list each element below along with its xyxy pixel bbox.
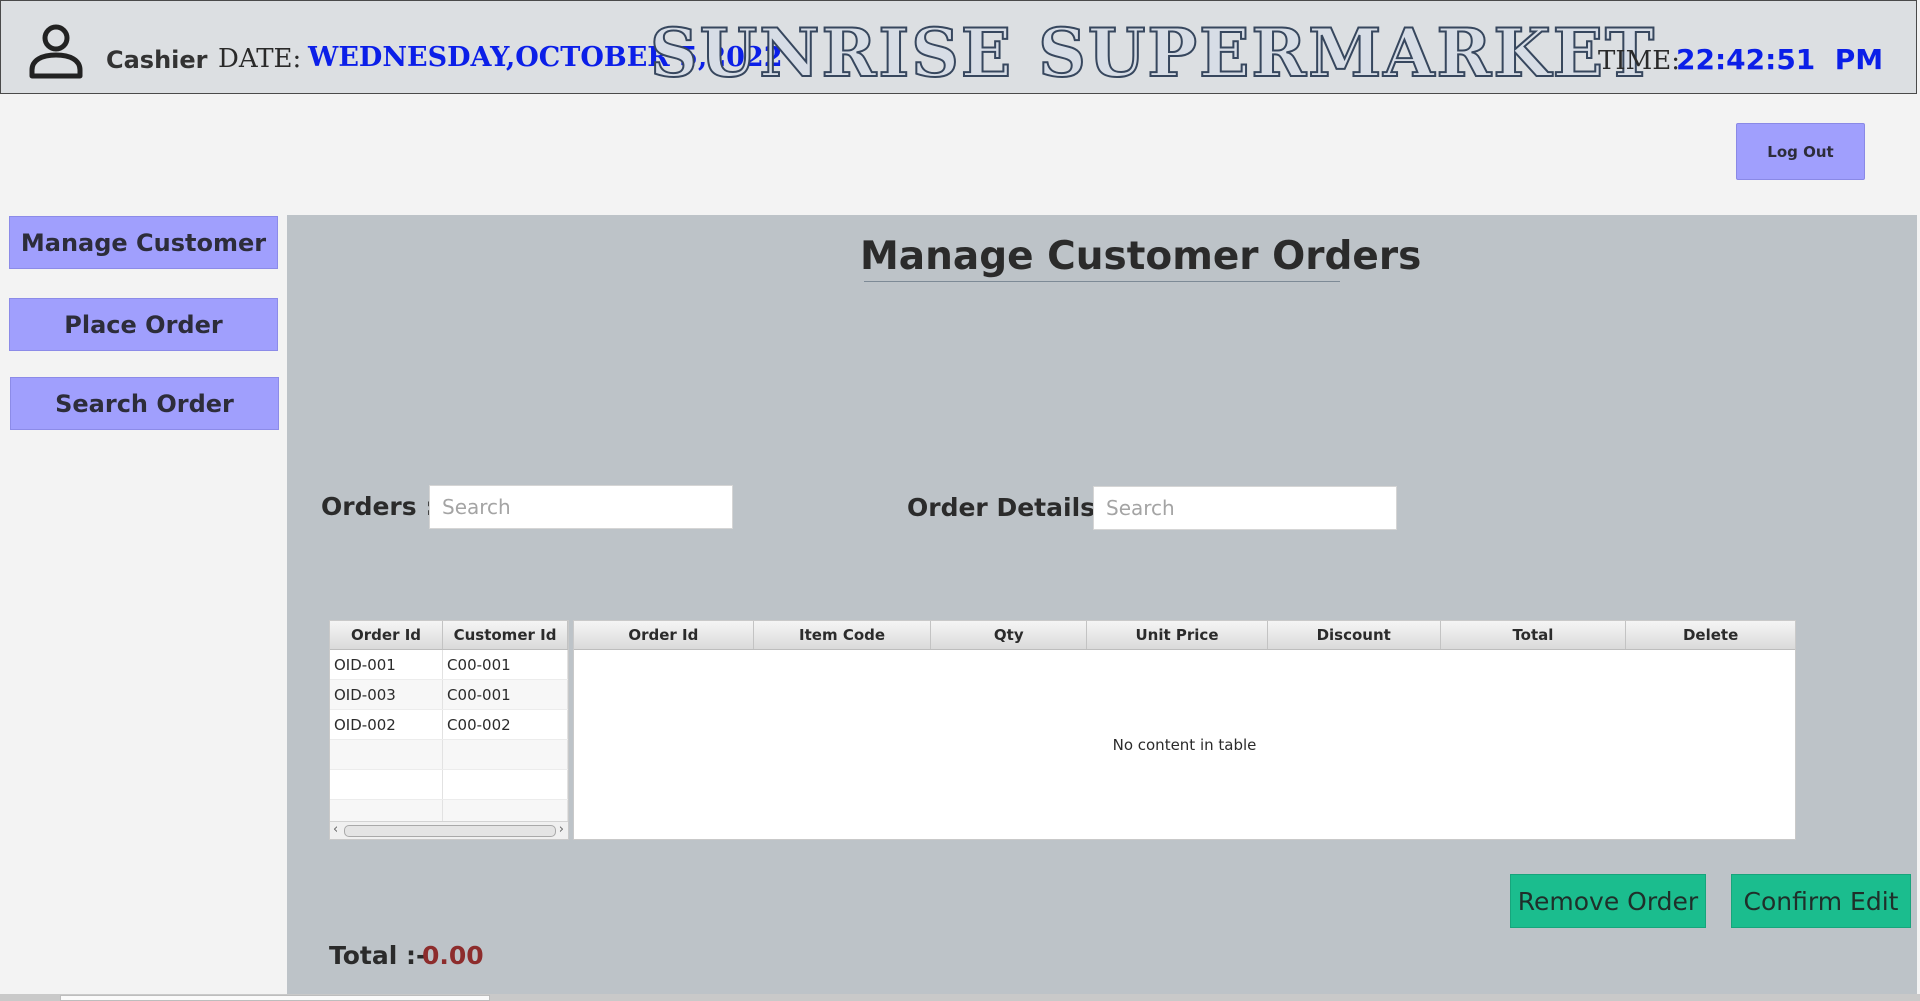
cell-customer-id: C00-002 (443, 710, 568, 739)
column-header-order-id[interactable]: Order Id (330, 621, 444, 649)
empty-cell (330, 770, 444, 799)
orders-search-input[interactable] (429, 485, 733, 529)
confirm-edit-button[interactable]: Confirm Edit (1731, 874, 1911, 928)
window-scrollbar-thumb[interactable] (60, 995, 490, 1001)
scroll-right-icon[interactable]: › (559, 822, 564, 838)
column-header-unit-price[interactable]: Unit Price (1087, 621, 1268, 649)
column-header-qty[interactable]: Qty (931, 621, 1088, 649)
cell-order-id: OID-002 (330, 710, 444, 739)
total-label: Total :- (329, 941, 427, 970)
sidebar-item-manage-customer[interactable]: Manage Customer (9, 216, 278, 269)
empty-cell (443, 740, 568, 769)
sidebar-item-search-order[interactable]: Search Order (10, 377, 279, 430)
order-details-table[interactable]: Order Id Item Code Qty Unit Price Discou… (573, 620, 1796, 840)
empty-table-placeholder: No content in table (1112, 736, 1257, 754)
empty-cell (330, 740, 444, 769)
cell-customer-id: C00-001 (443, 680, 568, 709)
orders-label: Orders :- (321, 492, 446, 521)
logout-button[interactable]: Log Out (1736, 123, 1865, 180)
orders-table-header: Order Id Customer Id (330, 621, 568, 650)
page-title: Manage Customer Orders (860, 234, 1422, 279)
sidebar-item-place-order[interactable]: Place Order (9, 298, 278, 351)
store-title: SUNRISE SUPERMARKET (649, 13, 1657, 93)
cell-order-id: OID-001 (330, 650, 444, 679)
order-details-label: Order Details :- (907, 493, 1125, 522)
empty-cell (443, 770, 568, 799)
table-row[interactable]: OID-003 C00-001 (330, 680, 568, 710)
time-value: 22:42:51 PM (1676, 43, 1884, 76)
column-header-delete[interactable]: Delete (1626, 621, 1795, 649)
date-caption: DATE: (218, 44, 302, 74)
column-header-item-code[interactable]: Item Code (754, 621, 932, 649)
user-role-label: Cashier (106, 46, 208, 74)
time-caption: TIME: (1598, 46, 1680, 76)
empty-table-row (330, 740, 568, 770)
order-details-search-input[interactable] (1093, 486, 1397, 530)
column-header-total[interactable]: Total (1441, 621, 1627, 649)
column-header-order-id[interactable]: Order Id (574, 621, 754, 649)
remove-order-button[interactable]: Remove Order (1510, 874, 1706, 928)
scroll-left-icon[interactable]: ‹ (333, 822, 338, 838)
total-value: 0.00 (422, 941, 484, 970)
cell-order-id: OID-003 (330, 680, 444, 709)
orders-table[interactable]: Order Id Customer Id OID-001 C00-001 OID… (329, 620, 569, 840)
table-row[interactable]: OID-001 C00-001 (330, 650, 568, 680)
empty-table-row (330, 770, 568, 800)
orders-table-horizontal-scrollbar[interactable]: ‹ › (330, 821, 568, 839)
cell-customer-id: C00-001 (443, 650, 568, 679)
title-underline (864, 281, 1340, 282)
user-icon (29, 24, 83, 79)
column-header-customer-id[interactable]: Customer Id (443, 621, 568, 649)
table-row[interactable]: OID-002 C00-002 (330, 710, 568, 740)
order-details-table-header: Order Id Item Code Qty Unit Price Discou… (574, 621, 1795, 650)
scrollbar-thumb[interactable] (344, 825, 556, 837)
column-header-discount[interactable]: Discount (1268, 621, 1441, 649)
